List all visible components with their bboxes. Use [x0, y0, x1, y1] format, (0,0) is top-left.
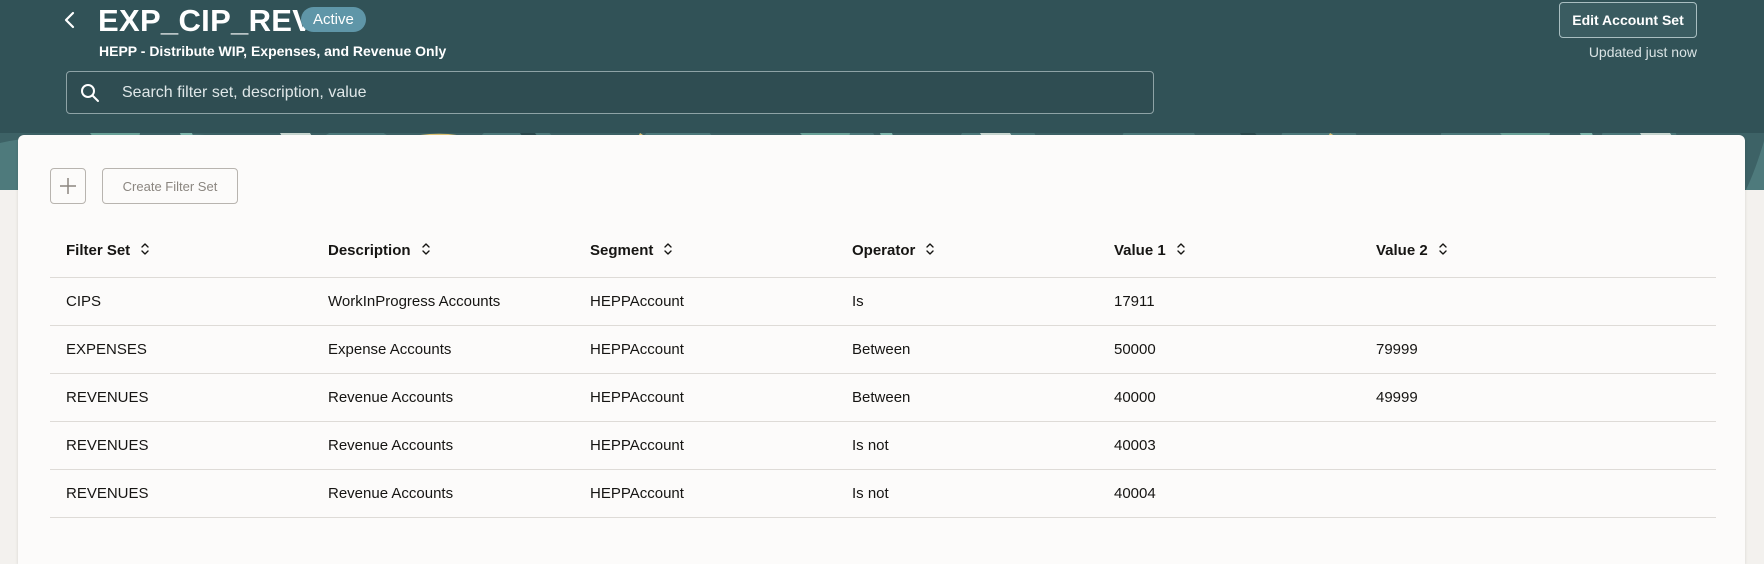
- cell-description: Revenue Accounts: [312, 421, 574, 470]
- cell-filter-set: REVENUES: [50, 373, 312, 422]
- cell-value-1: 17911: [1098, 277, 1360, 326]
- page-title: EXP_CIP_REVS: [98, 3, 335, 38]
- back-button[interactable]: [58, 8, 82, 32]
- sort-icon: [925, 242, 935, 260]
- cell-description: Expense Accounts: [312, 325, 574, 374]
- sort-icon: [1176, 242, 1186, 260]
- table-row[interactable]: EXPENSES Expense Accounts HEPPAccount Be…: [50, 325, 1716, 374]
- search-icon: [80, 83, 100, 103]
- status-badge: Active: [301, 7, 366, 32]
- cell-value-1: 50000: [1098, 325, 1360, 374]
- page-subtitle: HEPP - Distribute WIP, Expenses, and Rev…: [99, 43, 447, 59]
- column-header-operator[interactable]: Operator: [836, 225, 1098, 278]
- cell-operator: Between: [836, 373, 1098, 422]
- sort-icon: [663, 242, 673, 260]
- cell-operator: Is not: [836, 421, 1098, 470]
- cell-segment: HEPPAccount: [574, 277, 836, 326]
- cell-value-2: [1360, 421, 1716, 470]
- filter-sets-table: Filter Set Description Segment Operator …: [50, 225, 1716, 518]
- add-filter-set-button[interactable]: [50, 168, 86, 204]
- cell-value-2: [1360, 469, 1716, 518]
- table-row[interactable]: REVENUES Revenue Accounts HEPPAccount Be…: [50, 373, 1716, 422]
- updated-status-text: Updated just now: [1588, 44, 1697, 60]
- cell-description: WorkInProgress Accounts: [312, 277, 574, 326]
- cell-filter-set: REVENUES: [50, 421, 312, 470]
- cell-filter-set: EXPENSES: [50, 325, 312, 374]
- cell-description: Revenue Accounts: [312, 469, 574, 518]
- sort-icon: [421, 242, 431, 260]
- edit-account-set-button[interactable]: Edit Account Set: [1559, 2, 1697, 38]
- cell-value-1: 40003: [1098, 421, 1360, 470]
- table-toolbar: Create Filter Set: [50, 168, 238, 204]
- cell-operator: Is not: [836, 469, 1098, 518]
- cell-description: Revenue Accounts: [312, 373, 574, 422]
- column-header-value-2[interactable]: Value 2: [1360, 225, 1716, 278]
- cell-value-1: 40004: [1098, 469, 1360, 518]
- cell-filter-set: CIPS: [50, 277, 312, 326]
- table-row[interactable]: REVENUES Revenue Accounts HEPPAccount Is…: [50, 421, 1716, 470]
- table-header-row: Filter Set Description Segment Operator …: [50, 225, 1716, 278]
- cell-filter-set: REVENUES: [50, 469, 312, 518]
- cell-value-2: 49999: [1360, 373, 1716, 422]
- create-filter-set-button[interactable]: Create Filter Set: [102, 168, 238, 204]
- plus-icon: [60, 178, 76, 194]
- filter-sets-card: Create Filter Set Filter Set Description…: [18, 135, 1745, 564]
- cell-value-2: [1360, 277, 1716, 326]
- cell-segment: HEPPAccount: [574, 373, 836, 422]
- sort-icon: [140, 242, 150, 260]
- column-header-value-1[interactable]: Value 1: [1098, 225, 1360, 278]
- column-header-filter-set[interactable]: Filter Set: [50, 225, 312, 278]
- table-row[interactable]: REVENUES Revenue Accounts HEPPAccount Is…: [50, 469, 1716, 518]
- cell-operator: Is: [836, 277, 1098, 326]
- cell-segment: HEPPAccount: [574, 421, 836, 470]
- cell-value-1: 40000: [1098, 373, 1360, 422]
- search-bar: [66, 71, 1154, 114]
- table-row[interactable]: CIPS WorkInProgress Accounts HEPPAccount…: [50, 277, 1716, 326]
- cell-operator: Between: [836, 325, 1098, 374]
- column-header-segment[interactable]: Segment: [574, 225, 836, 278]
- column-header-description[interactable]: Description: [312, 225, 574, 278]
- search-input[interactable]: [120, 72, 1153, 113]
- sort-icon: [1438, 242, 1448, 260]
- cell-value-2: 79999: [1360, 325, 1716, 374]
- cell-segment: HEPPAccount: [574, 325, 836, 374]
- cell-segment: HEPPAccount: [574, 469, 836, 518]
- chevron-left-icon: [64, 11, 75, 29]
